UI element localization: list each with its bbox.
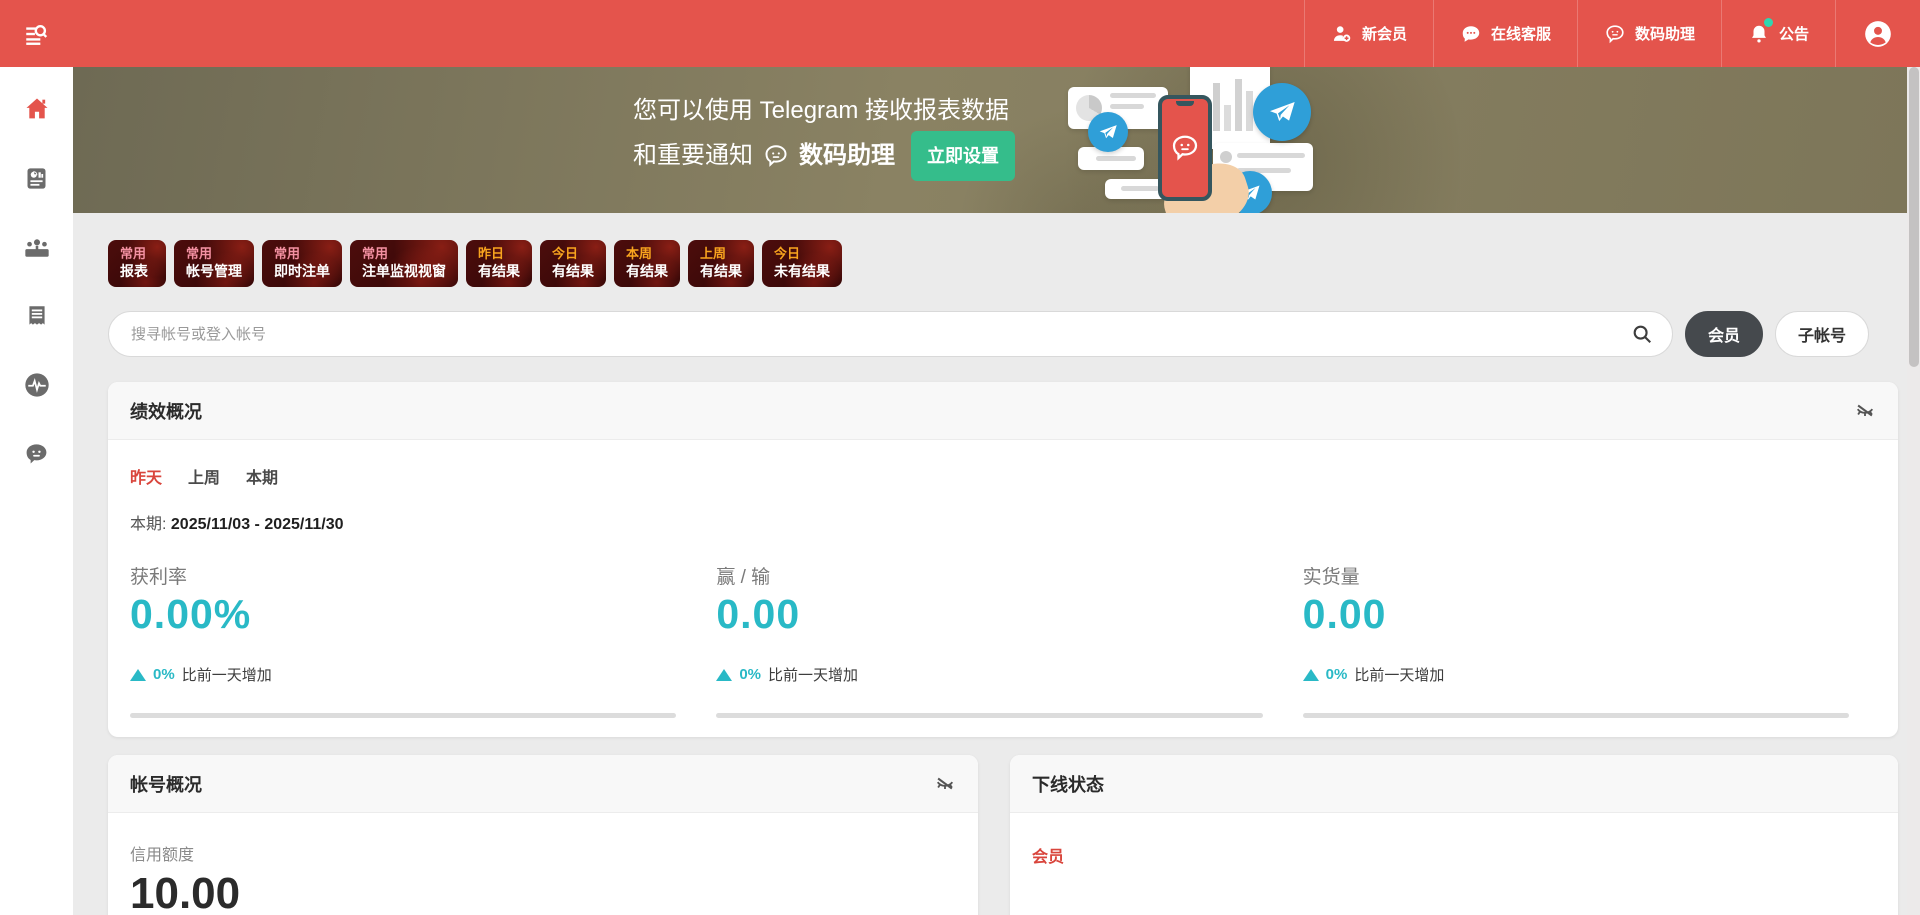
tab-lastweek[interactable]: 上周 [188,464,220,488]
sidebar-item-assistant[interactable] [13,430,61,478]
top-nav: 新会员 在线客服 数码助理 公告 [1304,0,1920,67]
quick-tag-yesterday-results[interactable]: 昨日有结果 [466,240,532,287]
nav-digital-assistant[interactable]: 数码助理 [1577,0,1721,67]
person-add-icon [1331,23,1353,45]
robot-chat-icon [23,441,50,468]
nav-announcements[interactable]: 公告 [1721,0,1835,67]
account-overview-card: 帐号概况 信用额度 10.00 [108,755,978,915]
eye-off-icon[interactable] [1854,400,1876,422]
nav-label: 数码助理 [1635,23,1695,44]
quick-tag-reports[interactable]: 常用报表 [108,240,166,287]
telegram-plane-icon [1088,112,1128,152]
banner-text: 您可以使用 Telegram 接收报表数据 和重要通知 数码助理 立即设置 [633,91,1015,181]
period-range: 本期: 2025/11/03 - 2025/11/30 [108,488,1898,534]
nav-label: 在线客服 [1491,23,1551,44]
telegram-plane-icon [1253,83,1311,141]
robot-chat-icon [1604,23,1626,45]
quick-tag-thisweek-results[interactable]: 本周有结果 [614,240,680,287]
search-input[interactable] [108,311,1673,357]
top-bar: 新会员 在线客服 数码助理 公告 [0,0,1920,67]
banner-line1: 您可以使用 Telegram 接收报表数据 [633,91,1015,131]
banner-assistant-label: 数码助理 [799,136,895,176]
banner-setup-button[interactable]: 立即设置 [911,131,1015,181]
notification-dot [1764,18,1773,27]
performance-tabs: 昨天 上周 本期 [108,440,1898,488]
tab-yesterday[interactable]: 昨天 [130,464,162,488]
home-icon [23,95,51,123]
downline-member-link[interactable]: 会员 [1032,849,1064,866]
downline-status-title: 下线状态 [1032,771,1104,797]
group-icon [23,233,51,261]
metric-win-loss: 赢 / 输 0.00 0%比前一天增加 [716,562,1262,718]
metric-progress-bar [1303,713,1849,718]
tab-thisperiod[interactable]: 本期 [246,464,278,488]
credit-limit-label: 信用额度 [130,841,956,865]
banner-art-phone [1158,95,1212,201]
triangle-up-icon [1303,669,1319,681]
member-filter-button[interactable]: 会员 [1685,311,1763,357]
sidebar-item-bet-records[interactable] [13,292,61,340]
hamburger-search-glyph [23,21,49,47]
metric-value: 0.00% [130,591,676,638]
metric-profit-rate: 获利率 0.00% 0%比前一天增加 [130,562,676,718]
search-row: 会员 子帐号 [108,311,1878,357]
metric-value: 0.00 [1303,591,1849,638]
robot-chat-icon [763,143,789,169]
report-icon [23,165,50,192]
performance-title: 绩效概况 [130,398,202,424]
nav-new-member[interactable]: 新会员 [1304,0,1433,67]
user-avatar-icon [1864,20,1892,48]
left-sidebar [0,67,73,915]
period-dates: 2025/11/03 - 2025/11/30 [171,516,344,533]
quick-tag-bet-monitor[interactable]: 常用注单监视视窗 [350,240,458,287]
nav-label: 新会员 [1362,23,1407,44]
chat-icon [1460,23,1482,45]
credit-limit-value: 10.00 [130,869,956,915]
telegram-banner: 您可以使用 Telegram 接收报表数据 和重要通知 数码助理 立即设置 [73,67,1907,213]
downline-status-card: 下线状态 会员 [1010,755,1898,915]
quick-tag-today-noresults[interactable]: 今日未有结果 [762,240,842,287]
sidebar-item-reports[interactable] [13,154,61,202]
robot-chat-icon [1170,133,1200,163]
nav-label: 公告 [1779,23,1809,44]
metric-turnover: 实货量 0.00 0%比前一天增加 [1303,562,1849,718]
eye-off-icon[interactable] [934,773,956,795]
triangle-up-icon [130,669,146,681]
quick-links-row: 常用报表 常用帐号管理 常用即时注单 常用注单监视视窗 昨日有结果 今日有结果 … [108,240,842,287]
subaccount-filter-button[interactable]: 子帐号 [1775,311,1869,357]
quick-tag-lastweek-results[interactable]: 上周有结果 [688,240,754,287]
pulse-icon [23,371,51,399]
metrics-row: 获利率 0.00% 0%比前一天增加 赢 / 输 0.00 0%比前一天增加 实… [108,534,1898,718]
quick-tag-live-bets[interactable]: 常用即时注单 [262,240,342,287]
account-overview-title: 帐号概况 [130,771,202,797]
sidebar-item-home[interactable] [13,85,61,133]
banner-line2-prefix: 和重要通知 [633,136,753,176]
nav-online-service[interactable]: 在线客服 [1433,0,1577,67]
metric-value: 0.00 [716,591,1262,638]
quick-tag-today-results[interactable]: 今日有结果 [540,240,606,287]
account-menu[interactable] [1835,0,1920,67]
triangle-up-icon [716,669,732,681]
metric-progress-bar [130,713,676,718]
performance-overview-card: 绩效概况 昨天 上周 本期 本期: 2025/11/03 - 2025/11/3… [108,382,1898,737]
sidebar-item-activity[interactable] [13,361,61,409]
sidebar-item-accounts[interactable] [13,223,61,271]
metric-progress-bar [716,713,1262,718]
search-icon[interactable] [1631,323,1653,350]
receipt-icon [24,303,50,329]
menu-search-icon[interactable] [0,0,72,67]
scrollbar-thumb[interactable] [1909,67,1919,367]
quick-tag-account-management[interactable]: 常用帐号管理 [174,240,254,287]
vertical-scrollbar[interactable] [1907,67,1920,915]
